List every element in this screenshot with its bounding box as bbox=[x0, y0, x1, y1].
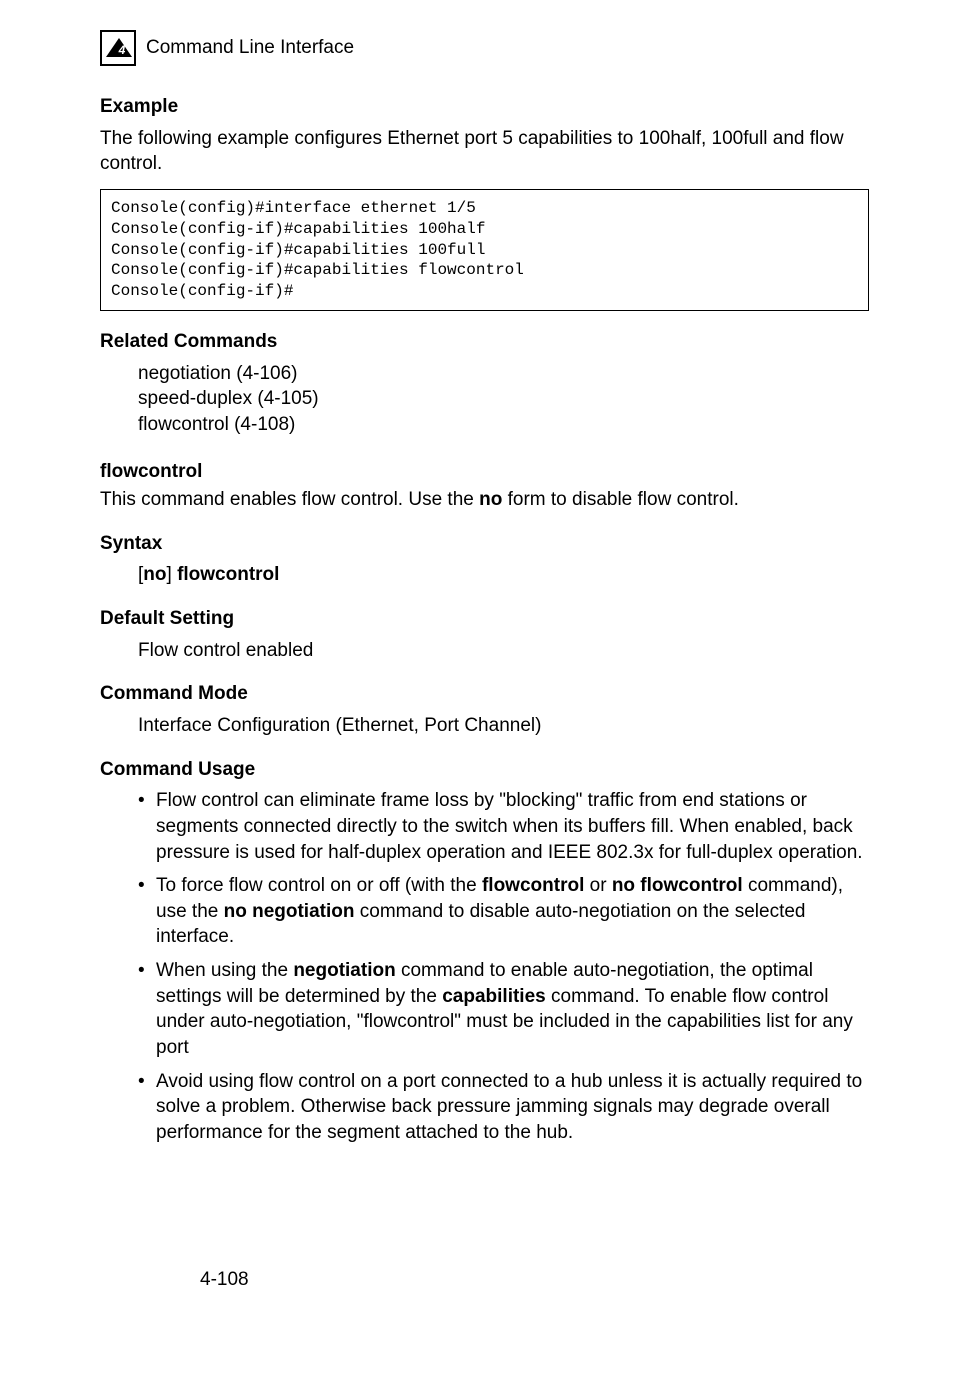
syntax-no: no bbox=[143, 564, 166, 585]
usage-text: When using the bbox=[156, 960, 293, 981]
related-item: flowcontrol (4-108) bbox=[138, 412, 869, 438]
usage-bold-text: negotiation bbox=[293, 960, 395, 981]
usage-bold-text: no flowcontrol bbox=[612, 875, 743, 896]
command-name: flowcontrol bbox=[100, 459, 869, 485]
default-heading: Default Setting bbox=[100, 606, 869, 632]
related-commands-list: negotiation (4-106) speed-duplex (4-105)… bbox=[100, 361, 869, 438]
cmd-desc-bold: no bbox=[479, 489, 502, 510]
usage-item: Flow control can eliminate frame loss by… bbox=[138, 788, 869, 865]
usage-list: Flow control can eliminate frame loss by… bbox=[100, 788, 869, 1145]
syntax-cmdword: flowcontrol bbox=[177, 564, 279, 585]
usage-bold-text: capabilities bbox=[442, 986, 546, 1007]
page-number: 4-108 bbox=[200, 1267, 249, 1293]
chapter-number-icon: 4 bbox=[103, 35, 133, 61]
cmd-desc-pre: This command enables flow control. Use t… bbox=[100, 489, 479, 510]
related-heading: Related Commands bbox=[100, 329, 869, 355]
usage-item: When using the negotiation command to en… bbox=[138, 958, 869, 1061]
usage-text: Flow control can eliminate frame loss by… bbox=[156, 790, 863, 862]
mode-text: Interface Configuration (Ethernet, Port … bbox=[100, 713, 869, 739]
syntax-heading: Syntax bbox=[100, 531, 869, 557]
related-item: speed-duplex (4-105) bbox=[138, 386, 869, 412]
example-paragraph: The following example configures Etherne… bbox=[100, 126, 869, 177]
syntax-line: [no] flowcontrol bbox=[100, 562, 869, 588]
syntax-close-bracket: ] bbox=[167, 564, 178, 585]
example-heading: Example bbox=[100, 94, 869, 120]
usage-heading: Command Usage bbox=[100, 757, 869, 783]
usage-text: To force flow control on or off (with th… bbox=[156, 875, 482, 896]
chapter-number-text: 4 bbox=[118, 43, 126, 57]
related-item: negotiation (4-106) bbox=[138, 361, 869, 387]
running-title: Command Line Interface bbox=[146, 35, 354, 61]
usage-item: To force flow control on or off (with th… bbox=[138, 873, 869, 950]
chapter-number-badge: 4 bbox=[100, 30, 136, 66]
cmd-desc-post: form to disable flow control. bbox=[502, 489, 739, 510]
mode-heading: Command Mode bbox=[100, 681, 869, 707]
usage-bold-text: flowcontrol bbox=[482, 875, 584, 896]
usage-item: Avoid using flow control on a port conne… bbox=[138, 1069, 869, 1146]
command-description: This command enables flow control. Use t… bbox=[100, 487, 869, 513]
page-header: 4 Command Line Interface bbox=[100, 30, 869, 66]
usage-text: Avoid using flow control on a port conne… bbox=[156, 1071, 862, 1143]
usage-text: or bbox=[584, 875, 611, 896]
example-code-block: Console(config)#interface ethernet 1/5 C… bbox=[100, 189, 869, 311]
default-text: Flow control enabled bbox=[100, 638, 869, 664]
usage-bold-text: no negotiation bbox=[224, 901, 355, 922]
